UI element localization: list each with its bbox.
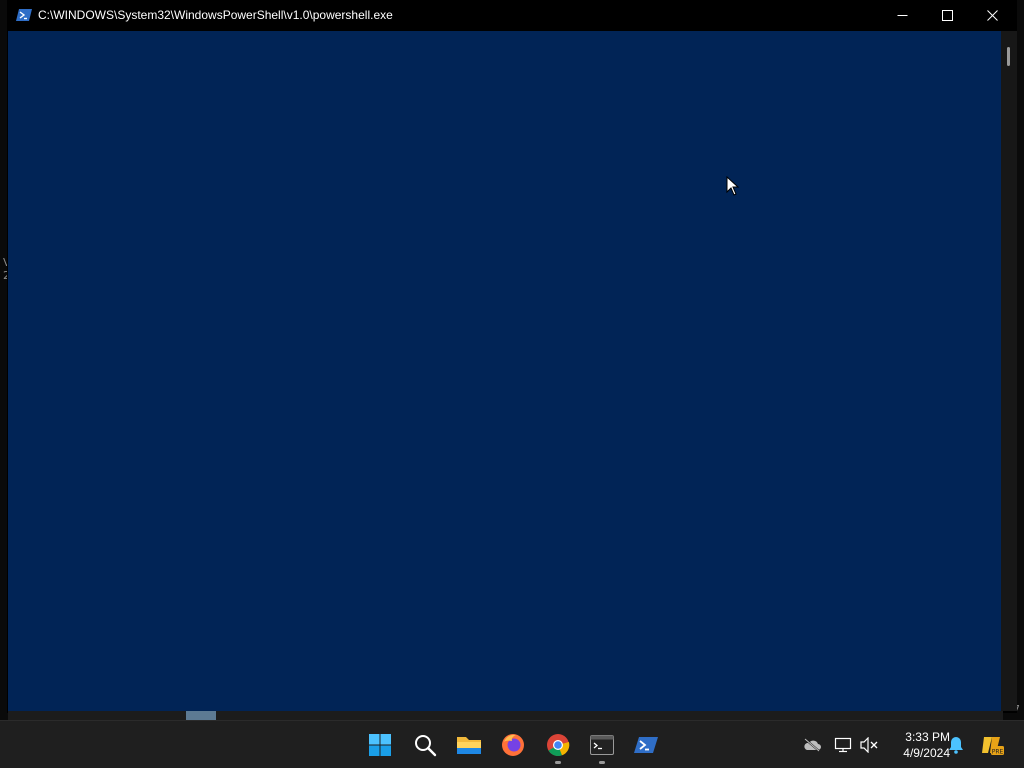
firefox-icon (502, 734, 524, 756)
clock-time: 3:33 PM (905, 730, 950, 744)
running-indicator (599, 761, 605, 764)
volume-tray-button[interactable] (860, 736, 878, 754)
onedrive-tray-button[interactable] (803, 736, 821, 754)
terminal-button[interactable] (588, 731, 616, 764)
search-icon (415, 735, 437, 757)
firefox-button[interactable] (499, 731, 527, 759)
chrome-button[interactable] (544, 731, 572, 764)
chrome-icon (547, 734, 570, 757)
onedrive-icon (804, 738, 821, 752)
copilot-button[interactable]: PRE (980, 733, 1004, 757)
terminal-icon (590, 735, 614, 755)
network-icon (834, 737, 852, 753)
console-area[interactable] (8, 31, 1001, 711)
windows-start-icon (369, 734, 391, 756)
horizontal-scroll-thumb[interactable] (186, 711, 216, 720)
vertical-scrollbar[interactable] (1001, 31, 1017, 711)
horizontal-scrollbar[interactable] (8, 711, 1003, 720)
volume-muted-icon (860, 737, 878, 753)
powershell-window: C:\WINDOWS\System32\WindowsPowerShell\v1… (7, 0, 1017, 713)
mouse-pointer-icon (726, 176, 740, 196)
title-bar[interactable]: C:\WINDOWS\System32\WindowsPowerShell\v1… (7, 0, 1017, 31)
vertical-scroll-thumb[interactable] (1007, 47, 1010, 66)
powershell-icon (634, 737, 658, 753)
network-tray-button[interactable] (834, 736, 852, 754)
running-indicator (555, 761, 561, 764)
file-explorer-icon (457, 737, 481, 754)
maximize-icon (942, 10, 953, 21)
notifications-icon (949, 737, 963, 754)
clock[interactable]: 3:33 PM 4/9/2024 (880, 729, 950, 761)
clock-date: 4/9/2024 (903, 746, 950, 760)
powershell-icon (16, 8, 32, 22)
file-explorer-button[interactable] (455, 731, 483, 759)
search-button[interactable] (411, 731, 439, 759)
minimize-icon (897, 15, 908, 16)
start-button[interactable] (366, 731, 394, 759)
close-button[interactable] (970, 0, 1015, 31)
minimize-button[interactable] (880, 0, 925, 31)
close-icon (987, 10, 998, 21)
copilot-icon: PRE (982, 737, 1004, 755)
window-title: C:\WINDOWS\System32\WindowsPowerShell\v1… (38, 8, 393, 22)
copilot-badge: PRE (992, 748, 1004, 755)
taskbar: 3:33 PM 4/9/2024 PRE (0, 720, 1024, 768)
powershell-taskbar-button[interactable] (632, 731, 660, 759)
notifications-button[interactable] (947, 736, 965, 754)
maximize-button[interactable] (925, 0, 970, 31)
